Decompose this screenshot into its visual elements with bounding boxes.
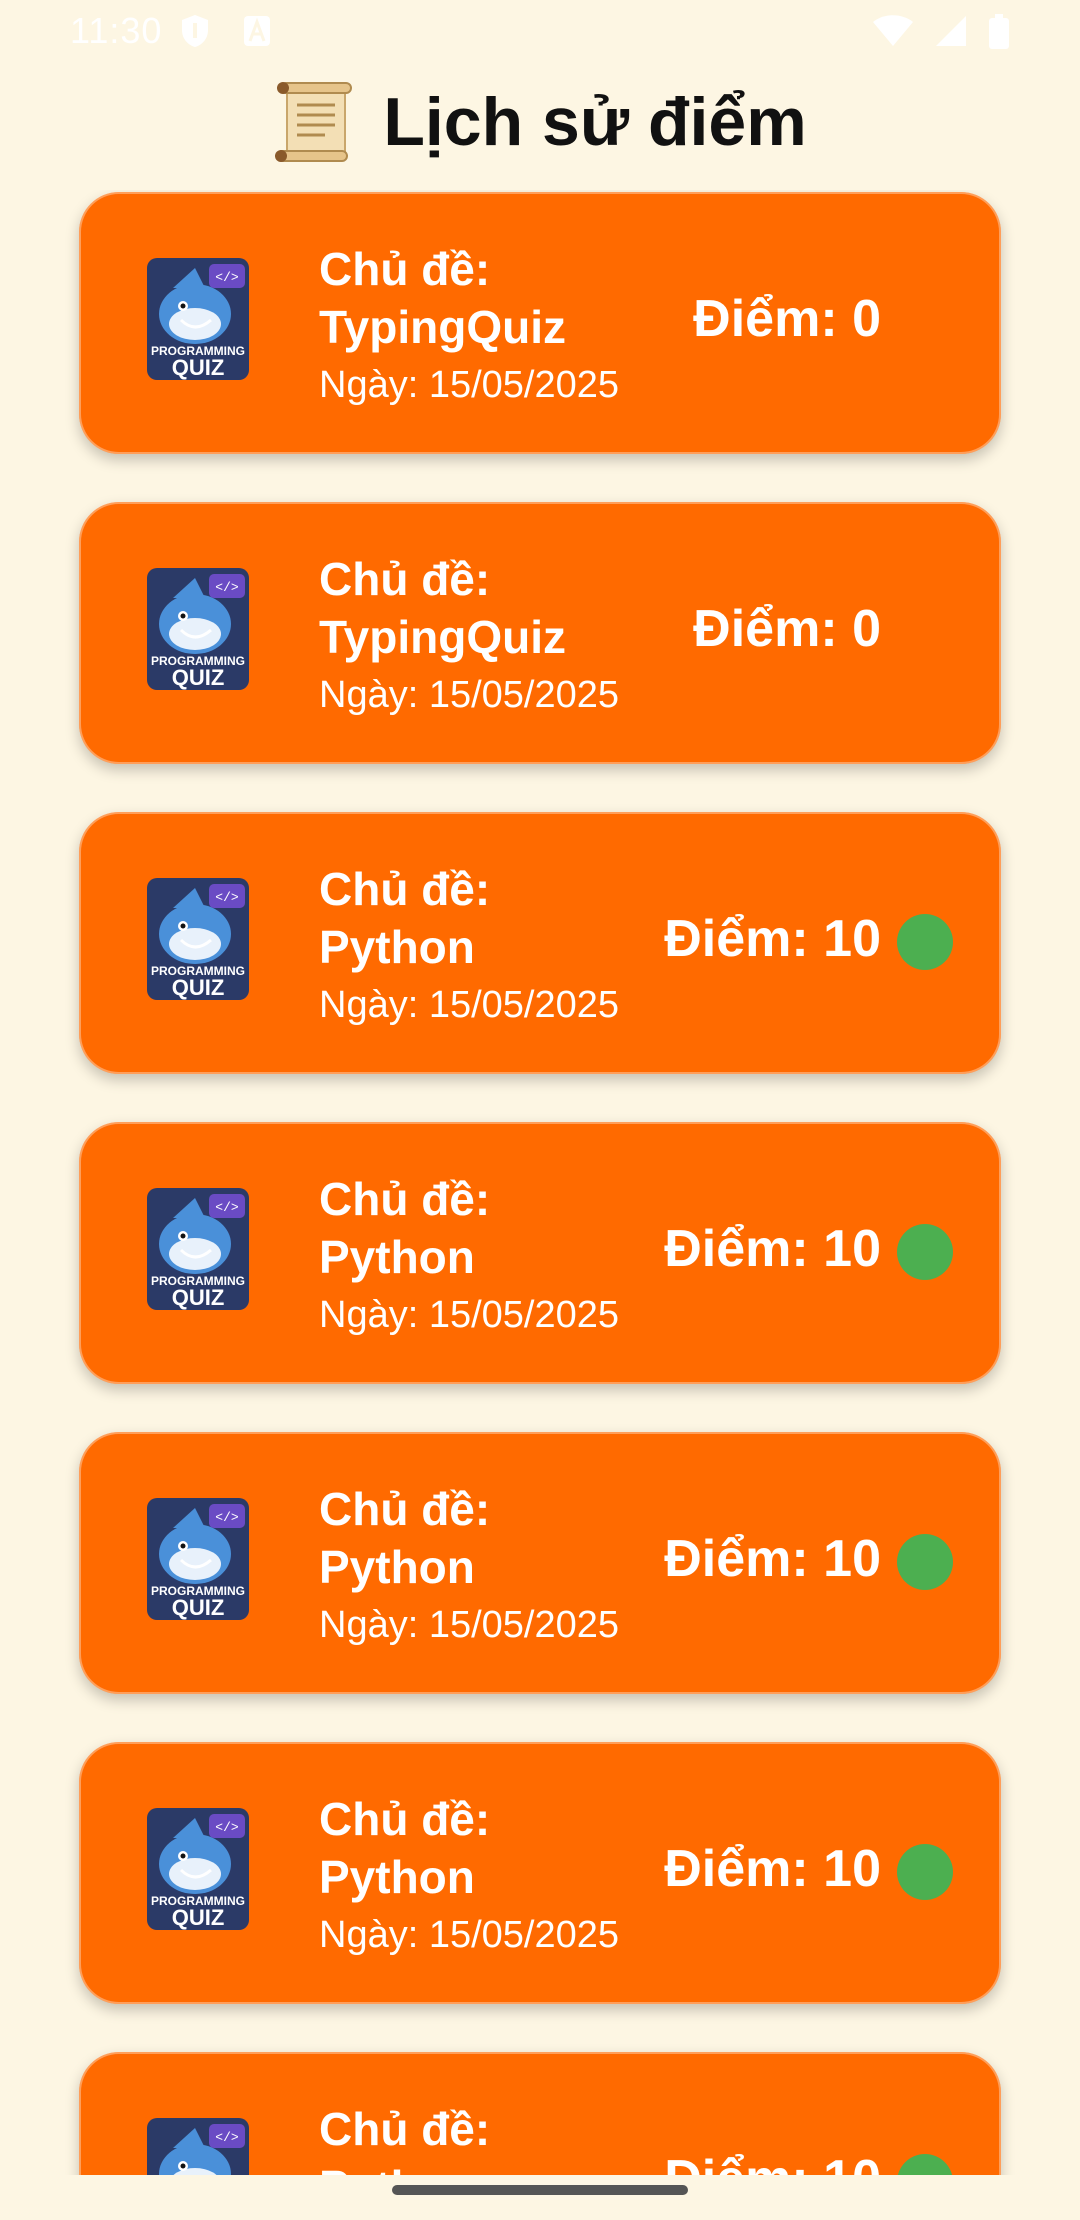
score-text: Điểm: 10 — [664, 1530, 881, 1588]
pass-indicator-dot — [897, 914, 953, 970]
topic-label: Chủ đề: — [319, 863, 491, 915]
logo-badge: </> — [215, 580, 239, 595]
topic-name: TypingQuiz — [319, 301, 567, 353]
history-card[interactable]: </> PROGRAMMING QUIZ Chủ đề: Python Ngày… — [79, 2052, 1001, 2175]
logo-line2: QUIZ — [172, 1905, 225, 1930]
programming-quiz-logo: </> PROGRAMMING QUIZ — [147, 568, 249, 690]
topic-label: Chủ đề: — [319, 1483, 491, 1535]
pass-indicator-dot — [897, 1844, 953, 1900]
logo-badge: </> — [215, 1510, 239, 1525]
pass-indicator-dot — [897, 1224, 953, 1280]
history-card[interactable]: </> PROGRAMMING QUIZ Chủ đề: Python Ngày… — [79, 1122, 1001, 1384]
logo-badge: </> — [215, 890, 239, 905]
programming-quiz-logo: </> PROGRAMMING QUIZ — [147, 1498, 249, 1620]
navigation-bar — [0, 2175, 1080, 2220]
score-text: Điểm: 10 — [664, 910, 881, 968]
logo-line2: QUIZ — [172, 355, 225, 380]
history-card[interactable]: </> PROGRAMMING QUIZ Chủ đề: Python Ngày… — [79, 1742, 1001, 2004]
programming-quiz-logo: </> PROGRAMMING QUIZ — [147, 2118, 249, 2175]
programming-quiz-logo: </> PROGRAMMING QUIZ — [147, 258, 249, 380]
logo-badge: </> — [215, 1820, 239, 1835]
header: Lịch sử điểm — [0, 52, 1080, 192]
history-card[interactable]: </> PROGRAMMING QUIZ Chủ đề: TypingQuiz … — [79, 192, 1001, 454]
logo-line2: QUIZ — [172, 1595, 225, 1620]
score-text: Điểm: 0 — [693, 600, 881, 658]
topic-name: Python — [319, 2158, 475, 2175]
scroll-icon — [275, 82, 353, 162]
history-card[interactable]: </> PROGRAMMING QUIZ Chủ đề: Python Ngày… — [79, 1432, 1001, 1694]
topic-label: Chủ đề: — [319, 2103, 491, 2155]
pass-indicator-dot — [897, 1534, 953, 1590]
battery-icon — [989, 14, 1009, 49]
score-text: Điểm: 10 — [664, 1840, 881, 1898]
logo-badge: </> — [215, 1200, 239, 1215]
logo-badge: </> — [215, 270, 239, 285]
signal-icon — [935, 16, 966, 46]
topic-name: Python — [319, 1851, 475, 1903]
programming-quiz-logo: </> PROGRAMMING QUIZ — [147, 1188, 249, 1310]
history-card[interactable]: </> PROGRAMMING QUIZ Chủ đề: Python Ngày… — [79, 812, 1001, 1074]
topic-label: Chủ đề: — [319, 553, 491, 605]
logo-line2: QUIZ — [172, 1285, 225, 1310]
topic-name: TypingQuiz — [319, 611, 567, 663]
status-right-icons — [862, 14, 1010, 56]
score-text: Điểm: 10 — [664, 1220, 881, 1278]
date-text: Ngày: 15/05/2025 — [319, 1294, 620, 1336]
wifi-icon — [872, 15, 913, 46]
score-text: Điểm: 10 — [664, 2148, 881, 2175]
pass-indicator-dot — [897, 2154, 953, 2175]
topic-label: Chủ đề: — [319, 1173, 491, 1225]
topic-label: Chủ đề: — [319, 243, 491, 295]
logo-badge: </> — [215, 2130, 239, 2145]
date-text: Ngày: 15/05/2025 — [319, 984, 620, 1026]
status-time: 11:30 — [70, 10, 163, 51]
topic-name: Python — [319, 1231, 475, 1283]
status-left-icons — [180, 14, 294, 56]
programming-quiz-logo: </> PROGRAMMING QUIZ — [147, 1808, 249, 1930]
date-text: Ngày: 15/05/2025 — [319, 674, 620, 716]
topic-name: Python — [319, 1541, 475, 1593]
score-text: Điểm: 0 — [693, 290, 881, 348]
topic-label: Chủ đề: — [319, 1793, 491, 1845]
date-text: Ngày: 15/05/2025 — [319, 364, 620, 406]
date-text: Ngày: 15/05/2025 — [319, 1914, 620, 1956]
topic-name: Python — [319, 921, 475, 973]
programming-quiz-logo: </> PROGRAMMING QUIZ — [147, 878, 249, 1000]
date-text: Ngày: 15/05/2025 — [319, 1604, 620, 1646]
page-title: Lịch sử điểm — [383, 84, 807, 160]
shield-icon — [182, 15, 208, 47]
score-history-list[interactable]: </> PROGRAMMING QUIZ Chủ đề: TypingQuiz … — [0, 190, 1080, 2175]
home-gesture-handle[interactable] — [392, 2185, 688, 2195]
logo-line2: QUIZ — [172, 975, 225, 1000]
logo-line2: QUIZ — [172, 665, 225, 690]
history-card[interactable]: </> PROGRAMMING QUIZ Chủ đề: TypingQuiz … — [79, 502, 1001, 764]
a-notification-icon — [244, 16, 271, 46]
